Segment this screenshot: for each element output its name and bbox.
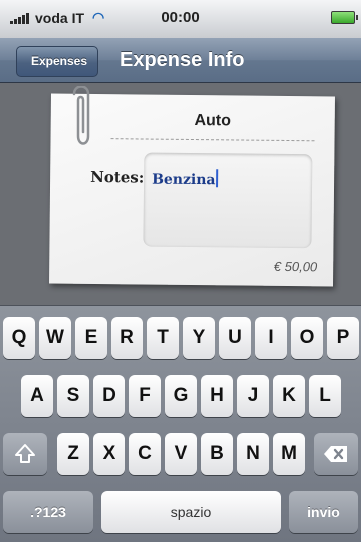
key-b[interactable]: B [201,433,233,475]
numbers-key[interactable]: .?123 [3,491,93,533]
key-m[interactable]: M [273,433,305,475]
notes-input-text[interactable]: Benzina [152,169,219,189]
battery-icon [331,11,358,24]
key-i[interactable]: I [255,317,287,359]
key-f[interactable]: F [129,375,161,417]
key-y[interactable]: Y [183,317,215,359]
key-u[interactable]: U [219,317,251,359]
key-d[interactable]: D [93,375,125,417]
key-a[interactable]: A [21,375,53,417]
key-r[interactable]: R [111,317,143,359]
key-n[interactable]: N [237,433,269,475]
key-v[interactable]: V [165,433,197,475]
key-h[interactable]: H [201,375,233,417]
page-title: Expense Info [120,49,245,71]
backspace-icon [324,446,347,462]
key-t[interactable]: T [147,317,179,359]
shift-arrow-icon [15,444,35,463]
space-key[interactable]: spazio [101,491,281,533]
status-bar: voda IT ◠ 00:00 [0,0,361,39]
navigation-bar: Expenses Expense Info [0,38,361,83]
keyboard: Q W E R T Y U I O P A S D F G H J K L Z X C V B N M .?123 spazio inv… [0,305,361,542]
delete-key[interactable] [314,433,358,475]
notes-field[interactable]: Benzina [143,152,313,249]
status-time: 00:00 [161,9,200,26]
back-button[interactable]: Expenses [16,46,99,77]
shift-key[interactable] [3,433,47,475]
back-button-label: Expenses [31,54,88,68]
expense-detail-area: Auto Notes: Benzina € 50,00 [0,83,361,305]
paperclip-icon [72,86,90,145]
key-g[interactable]: G [165,375,197,417]
key-x[interactable]: X [93,433,125,475]
text-cursor [216,169,219,188]
key-s[interactable]: S [57,375,89,417]
key-q[interactable]: Q [3,317,35,359]
notes-label: Notes: [90,167,145,187]
divider [110,138,315,142]
return-key[interactable]: invio [289,491,358,533]
amount-label: € 50,00 [273,258,318,275]
key-k[interactable]: K [273,375,305,417]
key-p[interactable]: P [327,317,359,359]
key-w[interactable]: W [39,317,71,359]
key-e[interactable]: E [75,317,107,359]
key-z[interactable]: Z [57,433,89,475]
key-l[interactable]: L [309,375,341,417]
key-c[interactable]: C [129,433,161,475]
key-o[interactable]: O [291,317,323,359]
key-j[interactable]: J [237,375,269,417]
